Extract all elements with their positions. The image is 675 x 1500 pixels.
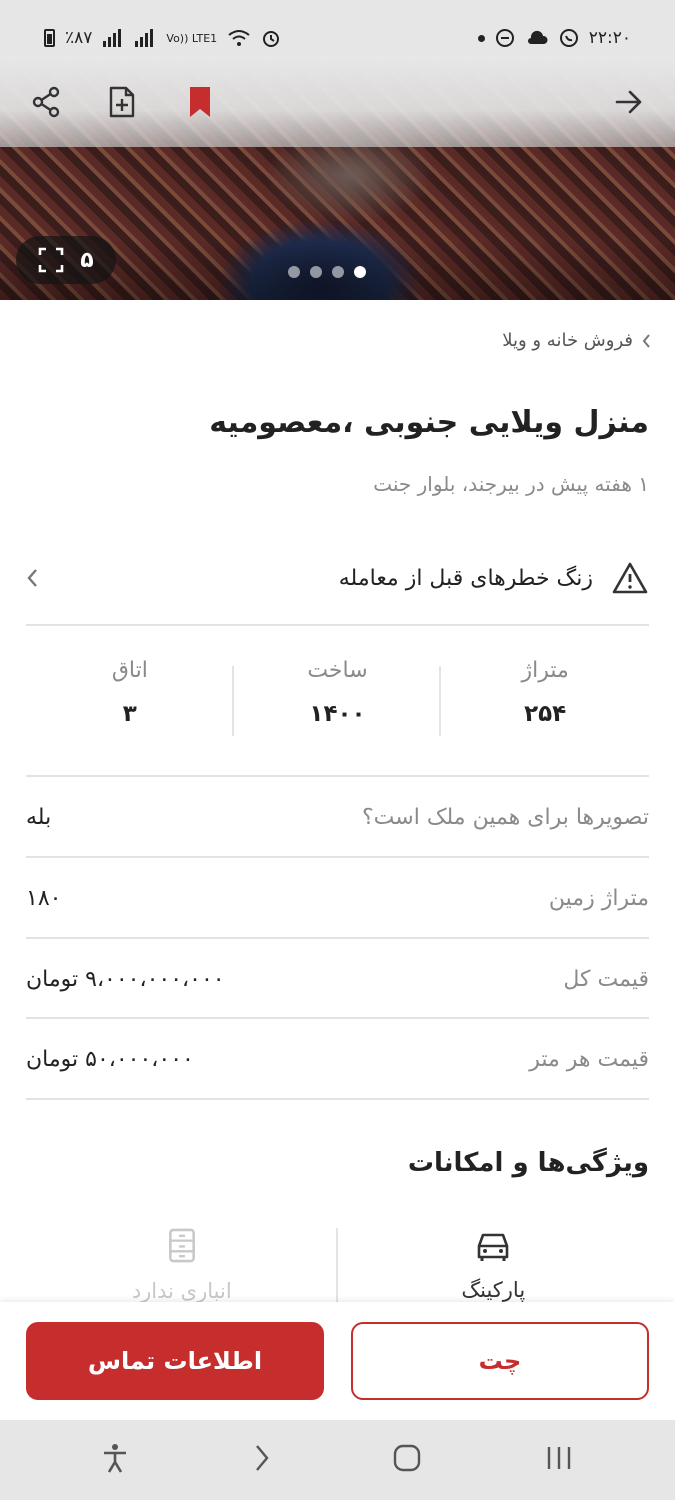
whatsapp-icon <box>559 29 578 47</box>
key-stats: متراژ ۲۵۴ ساخت ۱۴۰۰ اتاق ۳ <box>26 658 649 744</box>
detail-label: قیمت هر متر <box>529 1046 649 1072</box>
listing-subtitle: ۱ هفته پیش در بیرجند، بلوار جنت <box>373 472 649 496</box>
stat-value: ۳ <box>122 701 137 727</box>
gallery-dot-active <box>354 266 366 278</box>
status-left: ٪۸۷ Vo)) LTE1 <box>44 28 281 48</box>
bottom-action-bar: اطلاعات تماس چت <box>0 1302 675 1420</box>
feature-label: پارکینگ <box>461 1278 526 1302</box>
add-note-icon[interactable] <box>102 82 142 122</box>
detail-value: ۹،۰۰۰،۰۰۰،۰۰۰ تومان <box>26 966 225 992</box>
status-right: ۲۲:۲۰ <box>477 28 631 48</box>
gallery-dot <box>332 266 344 278</box>
feature-label: انباری ندارد <box>131 1279 232 1303</box>
car-icon <box>477 1233 509 1261</box>
chevron-right-icon <box>642 333 650 348</box>
detail-row-land-area: متراژ زمین ۱۸۰ <box>26 858 649 938</box>
app-icon <box>495 29 514 47</box>
detail-value: بله <box>26 804 52 830</box>
nav-home-icon[interactable] <box>392 1443 422 1477</box>
gallery-dots <box>288 266 366 278</box>
signal-icon <box>103 29 122 47</box>
detail-value: ۵۰،۰۰۰،۰۰۰ تومان <box>26 1046 194 1072</box>
signal-icon-2 <box>135 29 154 47</box>
system-nav-bar <box>0 1420 675 1500</box>
breadcrumb[interactable]: فروش خانه و ویلا <box>502 330 653 351</box>
fullscreen-icon <box>38 247 64 273</box>
bookmark-icon[interactable] <box>180 82 220 122</box>
battery-icon <box>44 29 55 47</box>
chat-button[interactable]: چت <box>351 1322 649 1400</box>
stat-rooms: اتاق ۳ <box>26 658 234 744</box>
photo-count: ۵ <box>80 247 94 273</box>
stat-built: ساخت ۱۴۰۰ <box>234 658 442 744</box>
detail-value: ۱۸۰ <box>26 885 62 911</box>
network-label: Vo)) LTE1 <box>166 31 218 45</box>
features-grid: پارکینگ انباری ندارد <box>26 1228 649 1303</box>
warning-icon <box>612 562 648 594</box>
detail-label: تصویرها برای همین ملک است؟ <box>362 804 649 830</box>
feature-storage: انباری ندارد <box>26 1228 338 1303</box>
gallery-fullscreen-button[interactable]: ۵ <box>16 236 116 284</box>
stat-label: ساخت <box>307 658 368 683</box>
stat-area: متراژ ۲۵۴ <box>441 658 649 744</box>
chevron-left-icon <box>27 569 37 587</box>
alarm-icon <box>263 31 280 47</box>
back-arrow-icon[interactable] <box>609 82 649 122</box>
stat-value: ۲۵۴ <box>524 701 567 727</box>
storage-icon <box>168 1228 195 1263</box>
clock: ۲۲:۲۰ <box>588 28 631 48</box>
stat-label: اتاق <box>111 658 148 683</box>
stat-label: متراژ <box>521 658 569 683</box>
battery-level: ٪۸۷ <box>65 28 93 48</box>
divider <box>26 624 649 626</box>
detail-label: قیمت کل <box>563 966 649 992</box>
scam-warning-label: زنگ خطرهای قبل از معامله <box>338 565 593 591</box>
feature-parking: پارکینگ <box>338 1228 650 1303</box>
listing-title: منزل ویلایی جنوبی ،معصومیه <box>209 405 649 440</box>
detail-row-total-price: قیمت کل ۹،۰۰۰،۰۰۰،۰۰۰ تومان <box>26 939 649 1019</box>
share-icon[interactable] <box>26 82 66 122</box>
gallery-dot <box>288 266 300 278</box>
detail-row-photos-match: تصویرها برای همین ملک است؟ بله <box>26 777 649 857</box>
nav-back-icon[interactable] <box>251 1443 271 1477</box>
detail-row-price-per-meter: قیمت هر متر ۵۰،۰۰۰،۰۰۰ تومان <box>26 1019 649 1099</box>
contact-info-button[interactable]: اطلاعات تماس <box>26 1322 324 1400</box>
nav-recents-icon[interactable] <box>544 1445 574 1475</box>
detail-label: متراژ زمین <box>548 885 649 911</box>
notification-dot-icon <box>477 34 485 42</box>
stat-value: ۱۴۰۰ <box>309 701 366 727</box>
gallery-dot <box>310 266 322 278</box>
divider <box>26 1098 649 1100</box>
accessibility-icon[interactable] <box>101 1442 129 1478</box>
wifi-icon <box>228 30 250 46</box>
breadcrumb-label: فروش خانه و ویلا <box>502 330 633 351</box>
top-action-bar <box>0 72 675 132</box>
features-title: ویژگی‌ها و امکانات <box>407 1148 649 1178</box>
cloud-icon <box>527 30 548 44</box>
scam-warning-row[interactable]: زنگ خطرهای قبل از معامله <box>26 548 649 608</box>
